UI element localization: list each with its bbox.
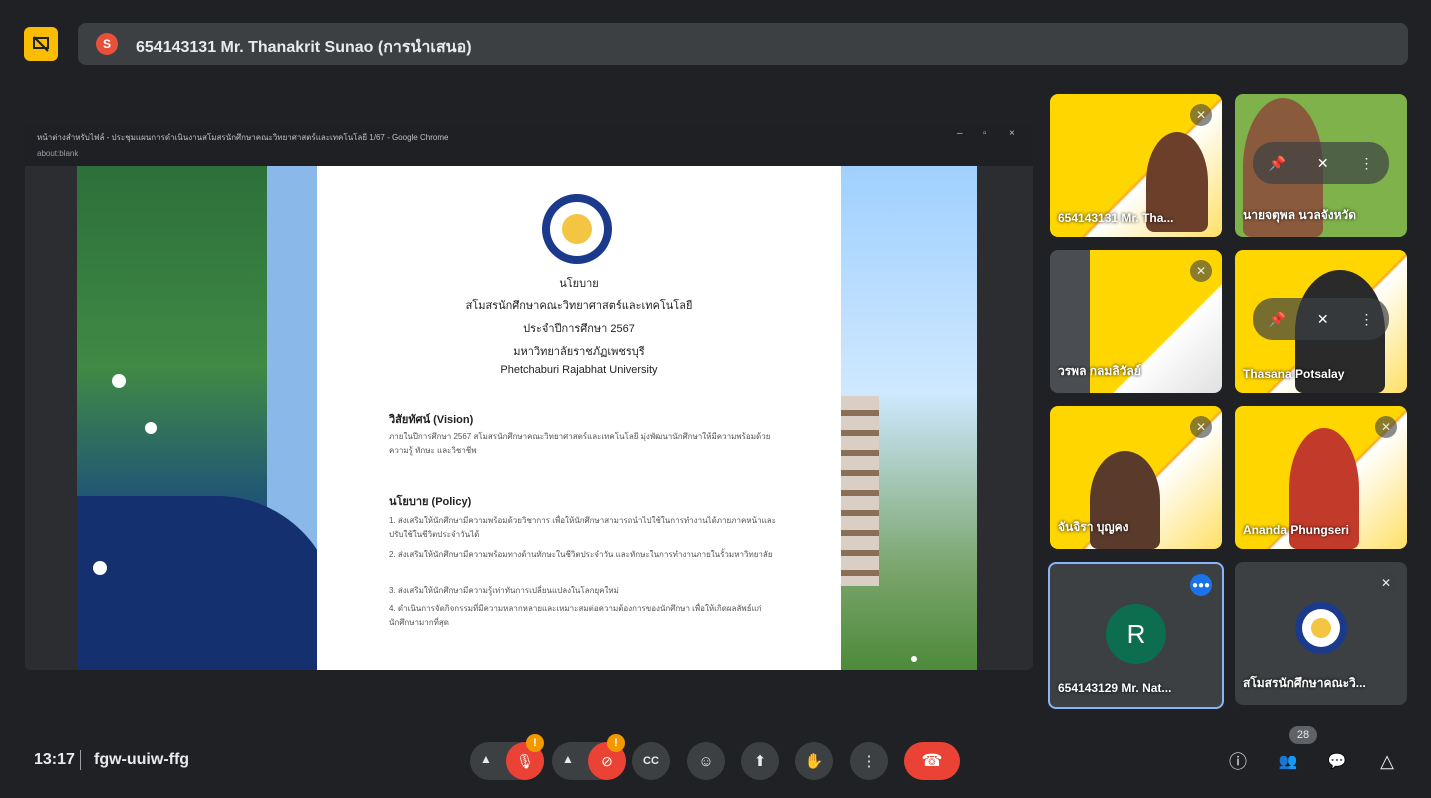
more-options-button[interactable]: ⋮	[850, 742, 888, 780]
policy-item: 3. ส่งเสริมให้นักศึกษามีความรู้เท่าทันกา…	[389, 586, 619, 595]
meeting-info-button[interactable]: ⓘ	[1225, 748, 1251, 774]
people-button[interactable]: 👥	[1275, 748, 1301, 774]
doc-line-4: มหาวิทยาลัยราชภัฏเพชรบุรี	[513, 346, 645, 358]
policy-document: นโยบาย สโมสรนักศึกษาคณะวิทยาศาสตร์และเทค…	[317, 166, 841, 670]
participant-name: Thasana Potsalay	[1243, 367, 1345, 381]
decor-dot	[911, 656, 917, 662]
participant-avatar: R	[1106, 604, 1166, 664]
hangup-icon: ☎	[921, 751, 943, 770]
raise-hand-button[interactable]: ✋	[795, 742, 833, 780]
presenter-avatar: S	[96, 33, 118, 55]
participant-tile[interactable]: ✕ สโมสรนักศึกษาคณะวิ...	[1235, 562, 1407, 705]
more-icon[interactable]: ⋮	[1360, 155, 1374, 172]
chevron-up-icon[interactable]: ▲	[562, 752, 574, 766]
participant-avatar	[1295, 602, 1347, 654]
chat-icon: 💬	[1327, 753, 1347, 770]
background-wave	[77, 496, 337, 670]
participant-tile[interactable]: R ●●● 654143129 Mr. Nat...	[1048, 562, 1224, 709]
doc-line-3: ประจำปีการศึกษา 2567	[523, 323, 635, 335]
activities-icon: △	[1380, 750, 1394, 771]
leave-call-button[interactable]: ☎	[904, 742, 960, 780]
captions-button[interactable]: CC	[632, 742, 670, 780]
decor-dot	[145, 422, 157, 434]
participant-name: นายจตุพล นวลจังหวัด	[1243, 208, 1357, 222]
activities-button[interactable]: △	[1374, 748, 1400, 774]
tile-hover-controls: 📌 ✕ ⋮	[1253, 298, 1389, 340]
tile-hover-controls: 📌 ✕ ⋮	[1253, 142, 1389, 184]
camera-off-icon: ⊘	[601, 752, 613, 769]
decor-dot	[93, 561, 107, 575]
info-icon: ⓘ	[1229, 752, 1247, 772]
participant-tile[interactable]: ✕ Ananda Phungseri	[1235, 406, 1407, 549]
shared-slide: นโยบาย สโมสรนักศึกษาคณะวิทยาศาสตร์และเทค…	[77, 166, 977, 670]
mic-off-icon: ✕	[1190, 104, 1212, 126]
participant-tile[interactable]: ✕ 654143131 Mr. Tha...	[1050, 94, 1222, 237]
mic-off-icon: ✕	[1375, 572, 1397, 594]
people-icon: 👥	[1278, 753, 1298, 770]
mic-off-icon: 🎙	[516, 752, 534, 769]
policy-item: 2. ส่งเสริมให้นักศึกษามีความพร้อมทางด้าน…	[389, 550, 773, 559]
more-icon[interactable]: ⋮	[1360, 311, 1374, 328]
participant-tile[interactable]: ✕ วรพล กลมลิวัลย์	[1050, 250, 1222, 393]
close-icon: ×	[1009, 128, 1015, 139]
policy-item: 1. ส่งเสริมให้นักศึกษามีความพร้อมด้วยวิช…	[389, 516, 776, 539]
shared-window-title: หน้าต่างสำหรับไฟล์ - ประชุมแผนการดำเนินง…	[37, 133, 449, 142]
presenter-banner: S 654143131 Mr. Thanakrit Sunao (การนำเส…	[78, 23, 1408, 65]
present-button[interactable]: ⬆	[741, 742, 779, 780]
emoji-button[interactable]: ☺	[687, 742, 725, 780]
emoji-icon: ☺	[698, 752, 714, 770]
mic-off-icon[interactable]: ✕	[1317, 311, 1329, 328]
participant-name: สโมสรนักศึกษาคณะวิ...	[1243, 676, 1366, 690]
vision-text: ภายในปีการศึกษา 2567 สโมสรนักศึกษาคณะวิท…	[389, 432, 771, 455]
doc-line-1: นโยบาย	[559, 278, 599, 290]
pin-icon[interactable]: 📌	[1268, 311, 1285, 328]
university-logo	[542, 194, 612, 264]
presentation-icon[interactable]	[24, 27, 58, 61]
present-icon: ⬆	[753, 753, 767, 770]
captions-icon: CC	[643, 755, 659, 767]
participant-tile[interactable]: ✕ จันจิรา บุญคง	[1050, 406, 1222, 549]
participant-name: 654143129 Mr. Nat...	[1058, 681, 1172, 695]
participant-tile[interactable]: 📌 ✕ ⋮ นายจตุพล นวลจังหวัด	[1235, 94, 1407, 237]
hand-icon: ✋	[804, 753, 824, 770]
shared-screen: หน้าต่างสำหรับไฟล์ - ประชุมแผนการดำเนินง…	[25, 122, 1033, 670]
policy-heading: นโยบาย (Policy)	[389, 496, 472, 508]
participant-name: 654143131 Mr. Tha...	[1058, 211, 1174, 225]
doc-line-2: สโมสรนักศึกษาคณะวิทยาศาสตร์และเทคโนโลยี	[465, 300, 693, 312]
divider	[80, 750, 81, 770]
participant-name: จันจิรา บุญคง	[1058, 520, 1129, 534]
participant-name: Ananda Phungseri	[1243, 523, 1350, 537]
meeting-time: 13:17	[34, 751, 75, 768]
restore-icon: ▫	[983, 128, 987, 139]
mic-warning-badge: !	[526, 734, 544, 752]
doc-line-5: Phetchaburi Rajabhat University	[500, 364, 658, 376]
top-bar: S 654143131 Mr. Thanakrit Sunao (การนำเส…	[0, 0, 1431, 80]
participant-name: วรพล กลมลิวัลย์	[1058, 364, 1141, 378]
chevron-up-icon[interactable]: ▲	[480, 752, 492, 766]
more-icon: ⋮	[861, 753, 877, 770]
policy-item: 4. ดำเนินการจัดกิจกรรมที่มีความหลากหลายแ…	[389, 604, 762, 627]
camera-warning-badge: !	[607, 734, 625, 752]
presenter-label: 654143131 Mr. Thanakrit Sunao (การนำเสนอ…	[136, 39, 472, 56]
speaking-indicator-icon: ●●●	[1190, 574, 1212, 596]
mic-off-icon: ✕	[1375, 416, 1397, 438]
shared-window-url: about:blank	[37, 149, 79, 158]
shared-browser-titlebar: หน้าต่างสำหรับไฟล์ - ประชุมแผนการดำเนินง…	[25, 122, 1033, 166]
vision-heading: วิสัยทัศน์ (Vision)	[389, 414, 474, 426]
mic-off-icon: ✕	[1190, 416, 1212, 438]
mic-off-icon[interactable]: ✕	[1317, 155, 1329, 172]
decor-dot	[112, 374, 126, 388]
meeting-code: fgw-uuiw-ffg	[94, 751, 190, 768]
chat-button[interactable]: 💬	[1324, 748, 1350, 774]
minimize-icon: –	[957, 128, 963, 139]
pin-icon[interactable]: 📌	[1268, 155, 1285, 172]
participant-tile[interactable]: 📌 ✕ ⋮ Thasana Potsalay	[1235, 250, 1407, 393]
mic-off-icon: ✕	[1190, 260, 1212, 282]
participant-count-badge: 28	[1289, 726, 1317, 744]
bottom-toolbar: 13:17 fgw-uuiw-ffg ▲ 🎙 ! ▲ ⊘ ! CC ☺ ⬆ ✋ …	[0, 718, 1431, 798]
